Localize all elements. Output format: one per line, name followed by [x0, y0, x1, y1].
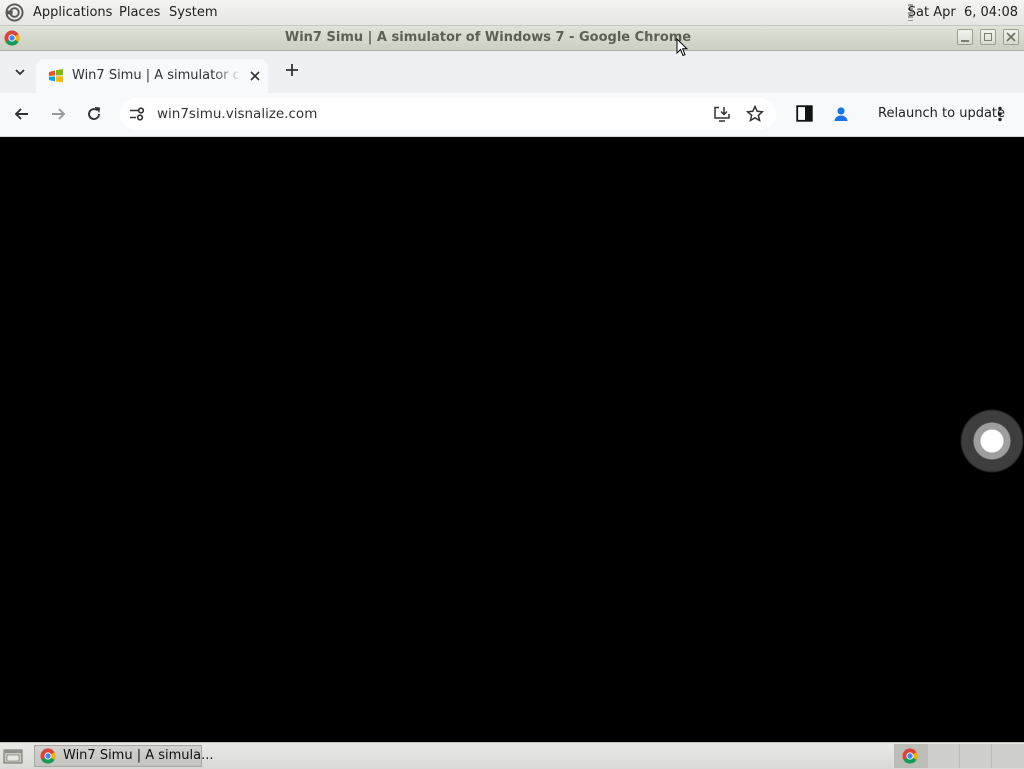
- new-tab-plus-icon[interactable]: [285, 63, 299, 77]
- loading-spinner-icon: [960, 409, 1024, 473]
- url-text[interactable]: win7simu.visnalize.com: [157, 98, 317, 130]
- system-menu[interactable]: System: [169, 0, 217, 25]
- chrome-icon: [40, 748, 56, 764]
- bottom-taskbar: Win7 Simu | A simula...: [0, 742, 1024, 769]
- close-icon: [1006, 32, 1016, 42]
- distro-logo-icon[interactable]: [5, 3, 24, 22]
- back-arrow-icon[interactable]: [13, 105, 31, 123]
- web-page-viewport[interactable]: [0, 137, 1024, 742]
- applications-menu[interactable]: Applications: [33, 0, 112, 25]
- maximize-button[interactable]: [980, 29, 996, 45]
- close-window-button[interactable]: [1003, 29, 1019, 45]
- tab-title-fade: [212, 59, 242, 93]
- reload-icon[interactable]: [85, 105, 103, 123]
- minimize-icon: [961, 40, 969, 42]
- relaunch-to-update-button[interactable]: Relaunch to update: [866, 98, 1016, 130]
- bookmark-star-icon[interactable]: [746, 105, 764, 123]
- more-menu-dots-icon[interactable]: [997, 106, 1003, 122]
- minimize-button[interactable]: [957, 29, 973, 45]
- clock[interactable]: Sat Apr 6, 04:08: [908, 0, 1018, 25]
- window-title: Win7 Simu | A simulator of Windows 7 - G…: [284, 30, 692, 45]
- forward-arrow-icon[interactable]: [49, 105, 67, 123]
- install-app-icon[interactable]: [713, 106, 731, 122]
- workspace-1-button[interactable]: [894, 744, 927, 768]
- workspace-2-button[interactable]: [927, 744, 959, 768]
- show-desktop-icon[interactable]: [3, 748, 23, 764]
- relaunch-label: Relaunch to update: [878, 106, 1006, 121]
- site-settings-icon[interactable]: [129, 107, 145, 121]
- mouse-pointer-icon: [676, 38, 688, 57]
- top-system-panel: Applications Places System Sat Apr 6, 04…: [0, 0, 1024, 26]
- tab-strip: Win7 Simu | A simulator of Windows 7: [0, 51, 1024, 93]
- workspace-3-button[interactable]: [959, 744, 991, 768]
- chrome-icon: [902, 748, 918, 764]
- taskbar-window-button[interactable]: Win7 Simu | A simula...: [34, 745, 214, 767]
- profile-avatar-icon[interactable]: [832, 105, 850, 123]
- side-panel-icon[interactable]: [796, 105, 813, 122]
- maximize-icon: [984, 33, 992, 41]
- tab-active[interactable]: Win7 Simu | A simulator of Windows 7: [36, 59, 268, 93]
- win7-favicon-icon: [49, 69, 63, 83]
- window-titlebar[interactable]: Win7 Simu | A simulator of Windows 7 - G…: [0, 26, 1024, 51]
- address-bar[interactable]: win7simu.visnalize.com: [120, 98, 776, 130]
- taskbar-window-label: Win7 Simu | A simula...: [63, 748, 214, 763]
- tab-close-icon[interactable]: [250, 71, 260, 81]
- workspace-4-button[interactable]: [991, 744, 1024, 768]
- browser-toolbar: win7simu.visnalize.com Relaunch to updat…: [0, 93, 1024, 137]
- tab-search-chevron-icon[interactable]: [13, 65, 27, 79]
- places-menu[interactable]: Places: [119, 0, 160, 25]
